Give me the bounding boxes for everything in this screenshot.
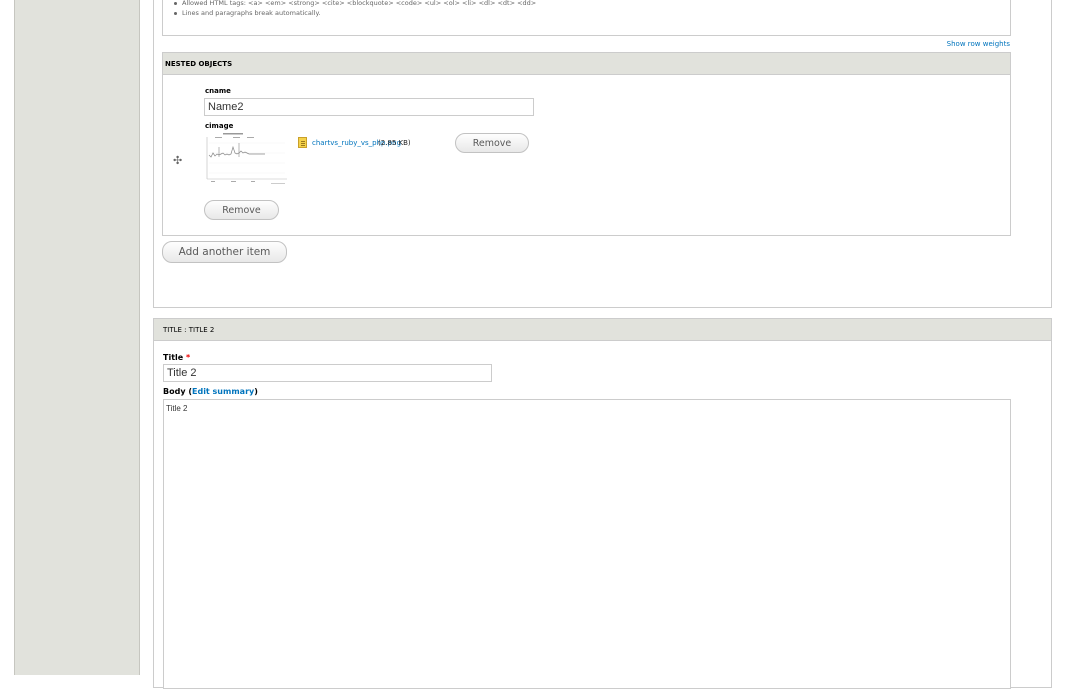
filter-tip-item: Allowed HTML tags: <a> <em> <strong> <ci… [174,0,1010,8]
title-edit-panel: TITLE : TITLE 2 Title * Body (Edit summa… [153,318,1052,689]
cname-label: cname [205,87,231,95]
filter-tip-item: Lines and paragraphs break automatically… [174,8,1010,18]
file-size: (2.85 KB) [378,139,411,147]
cname-input[interactable] [204,98,534,116]
required-marker: * [186,353,191,362]
title-input[interactable] [163,364,492,382]
title-label-text: Title [163,353,184,362]
body-textarea[interactable]: Title 2 [163,399,1011,689]
edit-summary-link[interactable]: Edit summary [192,387,254,396]
drag-handle-icon[interactable]: ✣ [173,154,182,167]
add-another-item-button[interactable]: Add another item [162,241,287,263]
image-thumbnail [205,133,289,185]
cimage-label: cimage [205,122,234,130]
show-row-weights-link[interactable]: Show row weights [947,40,1010,48]
image-file-icon [298,137,307,148]
remove-file-button[interactable]: Remove [455,133,529,153]
remove-item-button[interactable]: Remove [204,200,279,220]
admin-sidebar [14,0,140,675]
body-paren-close: ) [254,387,258,396]
title-panel-header: TITLE : TITLE 2 [154,319,1051,341]
body-label-text: Body [163,387,186,396]
filter-tips: Allowed HTML tags: <a> <em> <strong> <ci… [162,0,1011,36]
nested-objects-header: NESTED OBJECTS [163,53,1010,75]
nested-objects-table: NESTED OBJECTS ✣ cname cimage chartvs_ru… [162,52,1011,236]
filter-tips-list: Allowed HTML tags: <a> <em> <strong> <ci… [163,0,1010,18]
title-label: Title * [163,353,190,362]
body-label: Body (Edit summary) [163,387,258,396]
